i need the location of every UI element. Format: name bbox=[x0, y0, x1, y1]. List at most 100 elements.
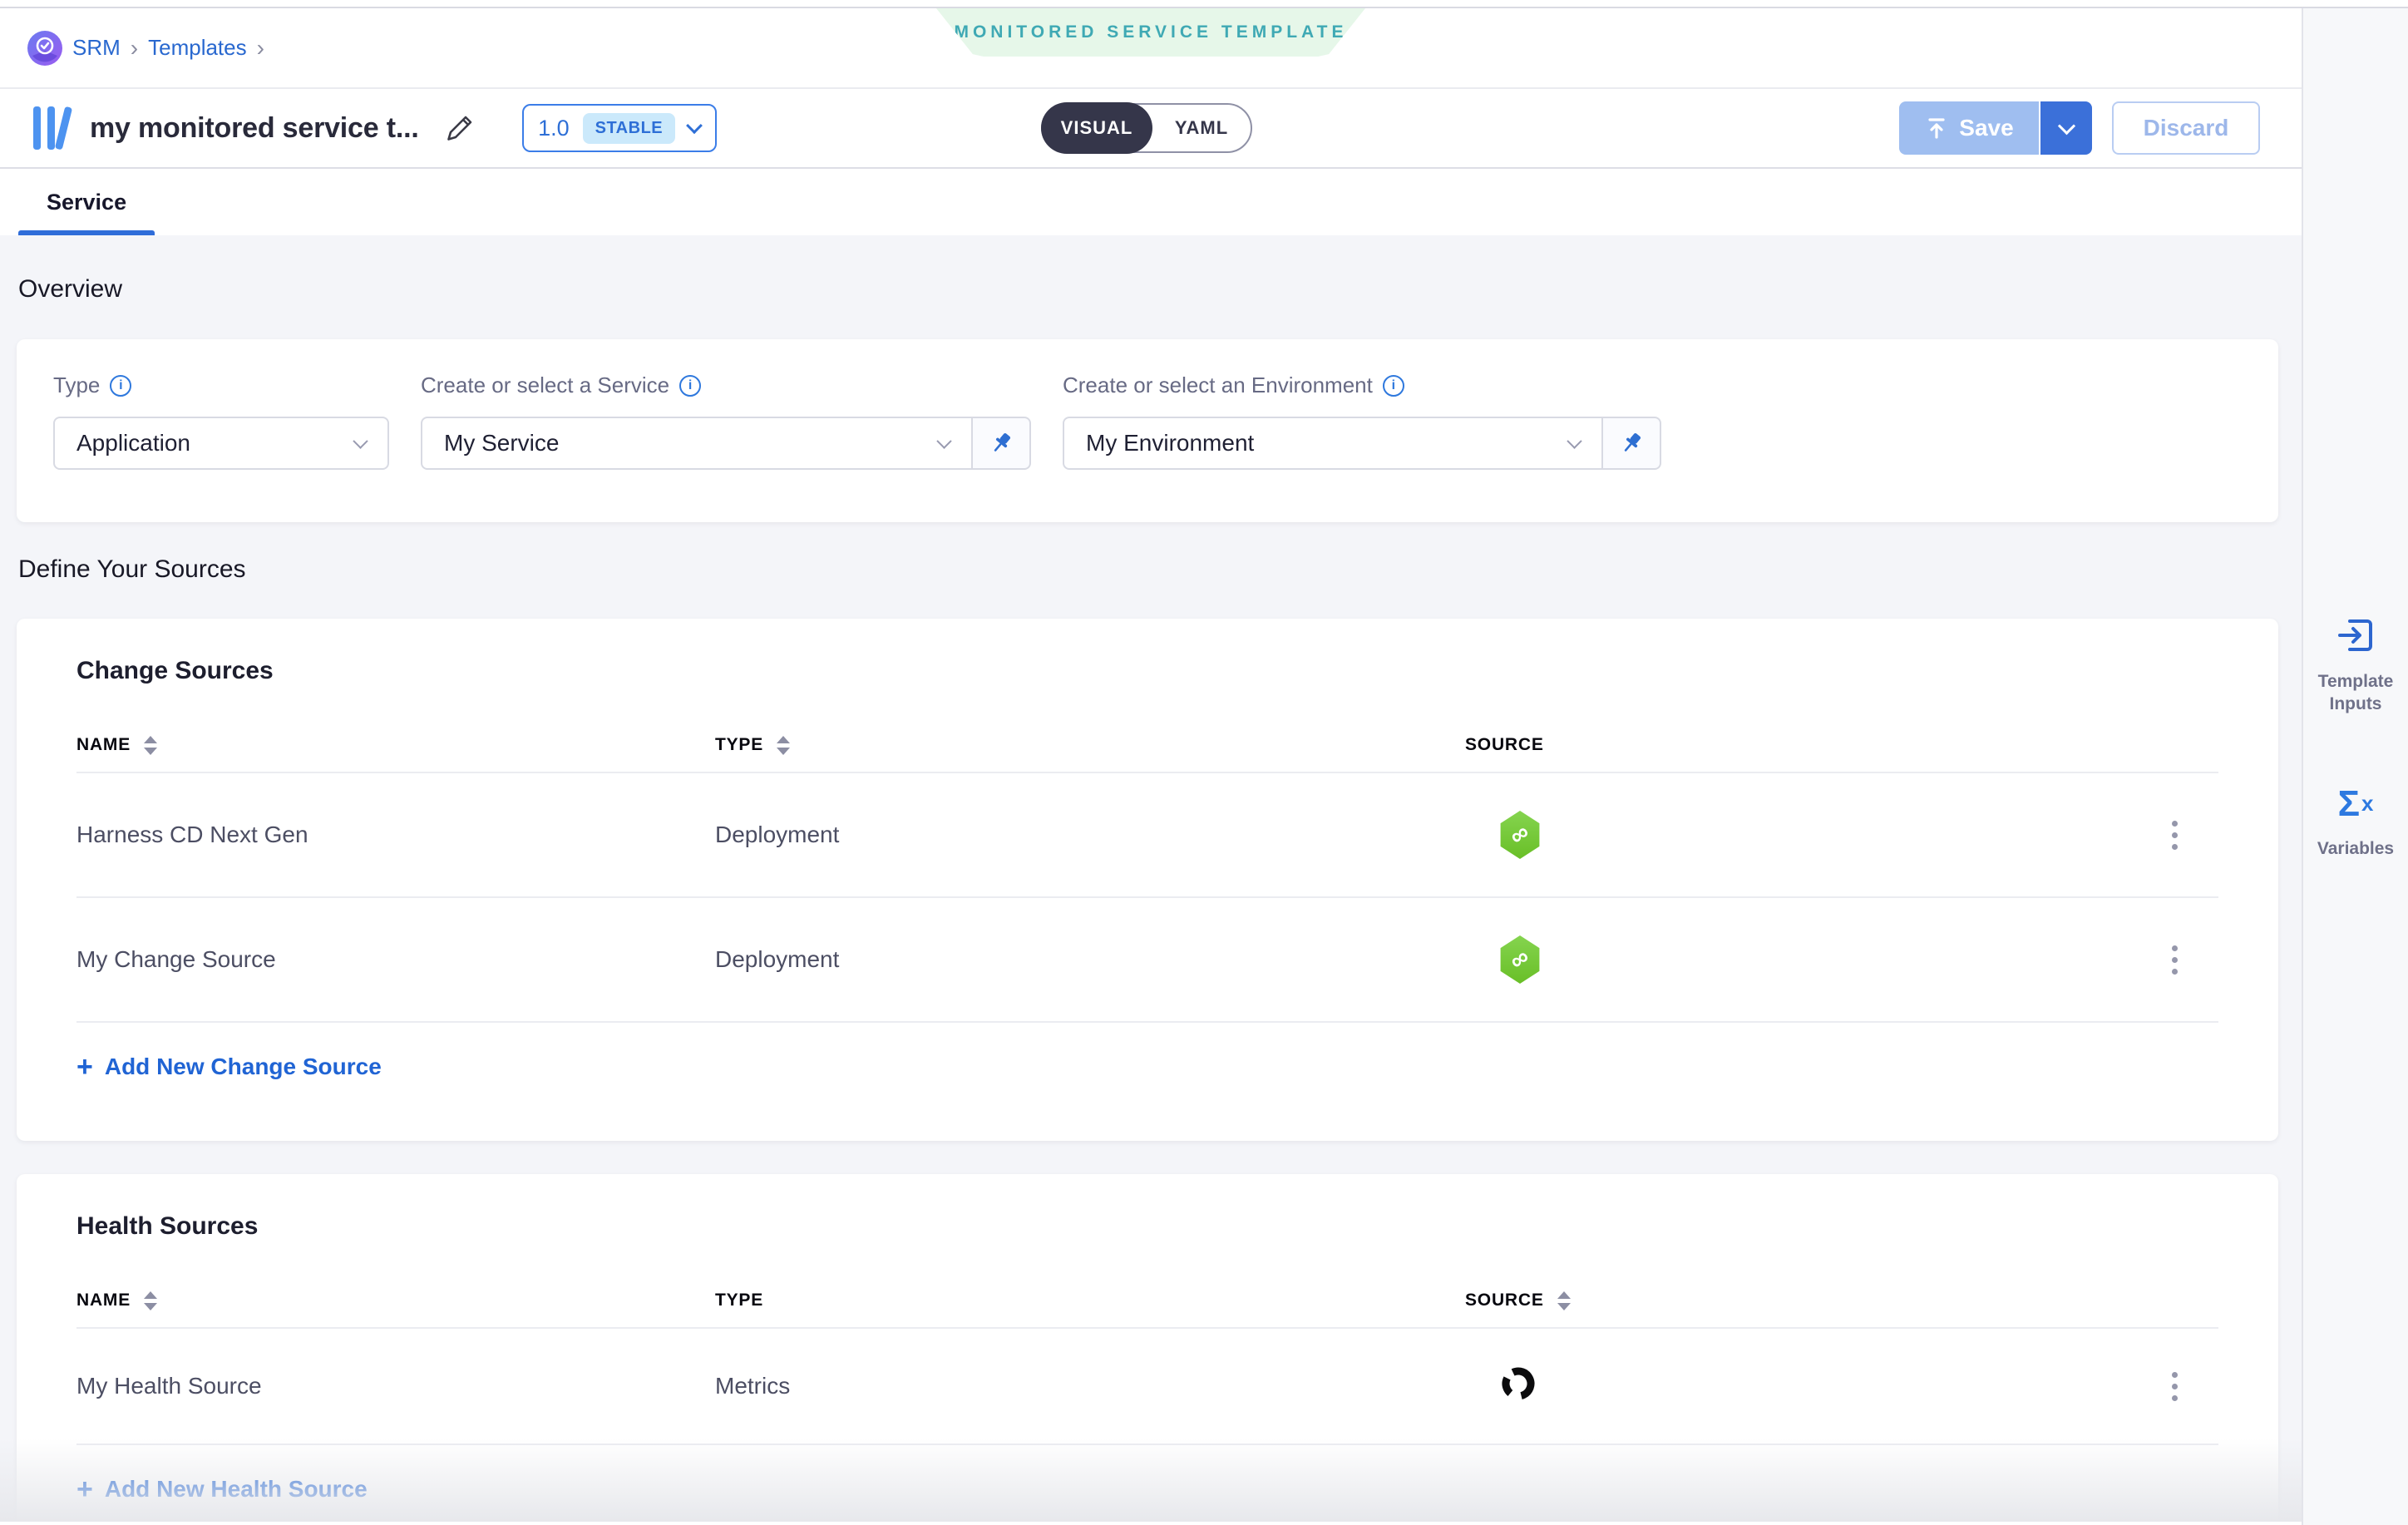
column-header-type[interactable]: TYPE bbox=[715, 1291, 1465, 1310]
save-label: Save bbox=[1959, 115, 2013, 141]
environment-label: Create or select an Environment i bbox=[1063, 373, 1661, 398]
row-source: ∞ bbox=[1465, 935, 2149, 984]
info-icon[interactable]: i bbox=[1383, 375, 1404, 397]
kebab-menu-button[interactable] bbox=[2164, 812, 2186, 858]
pencil-icon bbox=[444, 112, 476, 144]
add-health-source-label: Add New Health Source bbox=[105, 1476, 368, 1503]
table-row[interactable]: My Change Source Deployment ∞ bbox=[76, 896, 2218, 1021]
sigma-x-glyph: x bbox=[2361, 791, 2373, 817]
service-label-text: Create or select a Service bbox=[421, 373, 669, 398]
page-title: my monitored service t... bbox=[90, 112, 419, 145]
srm-module-icon bbox=[27, 31, 62, 66]
toggle-yaml[interactable]: YAML bbox=[1152, 105, 1251, 151]
row-source: ∞ bbox=[1465, 811, 2149, 859]
row-name: My Health Source bbox=[76, 1373, 715, 1399]
kebab-menu-button[interactable] bbox=[2164, 937, 2186, 983]
edit-title-button[interactable] bbox=[444, 112, 476, 144]
service-field: Create or select a Service i My Service bbox=[421, 373, 1031, 522]
health-sources-card: Health Sources NAME TYPE SOURCE My Healt… bbox=[17, 1174, 2278, 1522]
tab-service[interactable]: Service bbox=[18, 169, 155, 235]
row-type: Deployment bbox=[715, 822, 1465, 848]
type-label-text: Type bbox=[53, 373, 100, 398]
add-health-source-row: + Add New Health Source bbox=[76, 1444, 2218, 1503]
environment-select[interactable]: My Environment bbox=[1063, 417, 1603, 470]
column-header-source[interactable]: SOURCE bbox=[1465, 1291, 2149, 1310]
sort-icon bbox=[144, 1291, 157, 1310]
column-header-name[interactable]: NAME bbox=[76, 1291, 715, 1310]
monitored-service-template-badge: MONITORED SERVICE TEMPLATE bbox=[936, 8, 1365, 57]
service-value: My Service bbox=[444, 430, 559, 457]
type-label: Type i bbox=[53, 373, 389, 398]
row-name: My Change Source bbox=[76, 946, 715, 973]
discard-button[interactable]: Discard bbox=[2112, 101, 2260, 155]
tab-bar: Service bbox=[0, 169, 2302, 235]
chevron-down-icon bbox=[686, 117, 703, 134]
version-selector[interactable]: 1.0 STABLE bbox=[522, 104, 717, 152]
add-new-change-source-button[interactable]: + Add New Change Source bbox=[76, 1053, 382, 1081]
toggle-visual[interactable]: VISUAL bbox=[1041, 102, 1152, 154]
plus-icon: + bbox=[76, 1053, 93, 1081]
add-new-health-source-button[interactable]: + Add New Health Source bbox=[76, 1475, 368, 1503]
plus-icon: + bbox=[76, 1475, 93, 1503]
version-number: 1.0 bbox=[538, 116, 570, 141]
info-icon[interactable]: i bbox=[110, 375, 131, 397]
badge-label: MONITORED SERVICE TEMPLATE bbox=[954, 22, 1347, 42]
table-row[interactable]: Harness CD Next Gen Deployment ∞ bbox=[76, 772, 2218, 896]
column-type-label: TYPE bbox=[715, 1291, 763, 1310]
template-inputs-label: Template Inputs bbox=[2316, 670, 2396, 715]
breadcrumb-separator: › bbox=[131, 35, 138, 62]
row-actions bbox=[2149, 937, 2218, 983]
infinity-glyph: ∞ bbox=[1504, 943, 1535, 976]
type-select[interactable]: Application bbox=[53, 417, 389, 470]
column-name-label: NAME bbox=[76, 1291, 131, 1310]
row-type: Deployment bbox=[715, 946, 1465, 973]
variables-button[interactable]: Σ x Variables bbox=[2303, 786, 2408, 860]
harness-cd-icon: ∞ bbox=[1498, 935, 1542, 984]
table-row[interactable]: My Health Source Metrics bbox=[76, 1327, 2218, 1444]
breadcrumb-templates-link[interactable]: Templates bbox=[148, 35, 247, 61]
column-source-label: SOURCE bbox=[1465, 735, 1544, 755]
breadcrumb-separator: › bbox=[257, 35, 264, 62]
pin-service-button[interactable] bbox=[973, 417, 1031, 470]
sort-icon bbox=[1557, 1291, 1571, 1310]
row-actions bbox=[2149, 812, 2218, 858]
overview-card: Type i Application Create or select a Se… bbox=[17, 339, 2278, 522]
define-sources-heading: Define Your Sources bbox=[18, 555, 2302, 584]
row-type: Metrics bbox=[715, 1373, 1465, 1399]
service-label: Create or select a Service i bbox=[421, 373, 1031, 398]
pin-icon bbox=[1618, 430, 1645, 457]
harness-cd-icon: ∞ bbox=[1498, 811, 1542, 859]
template-inputs-button[interactable]: Template Inputs bbox=[2303, 615, 2408, 715]
column-name-label: NAME bbox=[76, 735, 131, 755]
environment-value: My Environment bbox=[1086, 430, 1254, 457]
row-actions bbox=[2149, 1364, 2218, 1409]
row-source bbox=[1465, 1364, 2149, 1409]
service-select[interactable]: My Service bbox=[421, 417, 973, 470]
column-header-type[interactable]: TYPE bbox=[715, 735, 1465, 755]
chevron-down-icon bbox=[2057, 117, 2075, 135]
content-area: Overview Type i Application Create or se… bbox=[0, 235, 2302, 1522]
pin-environment-button[interactable] bbox=[1603, 417, 1661, 470]
save-options-button[interactable] bbox=[2040, 101, 2092, 155]
change-sources-card: Change Sources NAME TYPE SOURCE Harness … bbox=[17, 619, 2278, 1141]
environment-field: Create or select an Environment i My Env… bbox=[1063, 373, 1661, 522]
save-button[interactable]: Save bbox=[1899, 101, 2040, 155]
chevron-down-icon bbox=[1567, 433, 1581, 448]
breadcrumb-srm-link[interactable]: SRM bbox=[72, 35, 121, 61]
column-header-source[interactable]: SOURCE bbox=[1465, 735, 2149, 755]
visual-yaml-toggle: VISUAL YAML bbox=[1041, 103, 1252, 153]
column-header-name[interactable]: NAME bbox=[76, 735, 715, 755]
chevron-down-icon bbox=[936, 433, 951, 448]
template-studio-side-panel: Template Inputs Σ x Variables bbox=[2302, 8, 2408, 1525]
type-field: Type i Application bbox=[53, 373, 389, 522]
add-change-source-label: Add New Change Source bbox=[105, 1054, 382, 1080]
template-header: my monitored service t... 1.0 STABLE VIS… bbox=[0, 89, 2302, 169]
sort-icon bbox=[144, 736, 157, 755]
info-icon[interactable]: i bbox=[679, 375, 701, 397]
kebab-menu-button[interactable] bbox=[2164, 1364, 2186, 1409]
health-sources-title: Health Sources bbox=[76, 1212, 2218, 1241]
pin-icon bbox=[988, 430, 1014, 457]
template-inputs-icon bbox=[2336, 615, 2376, 655]
template-library-icon bbox=[30, 103, 76, 153]
infinity-glyph: ∞ bbox=[1504, 818, 1535, 851]
